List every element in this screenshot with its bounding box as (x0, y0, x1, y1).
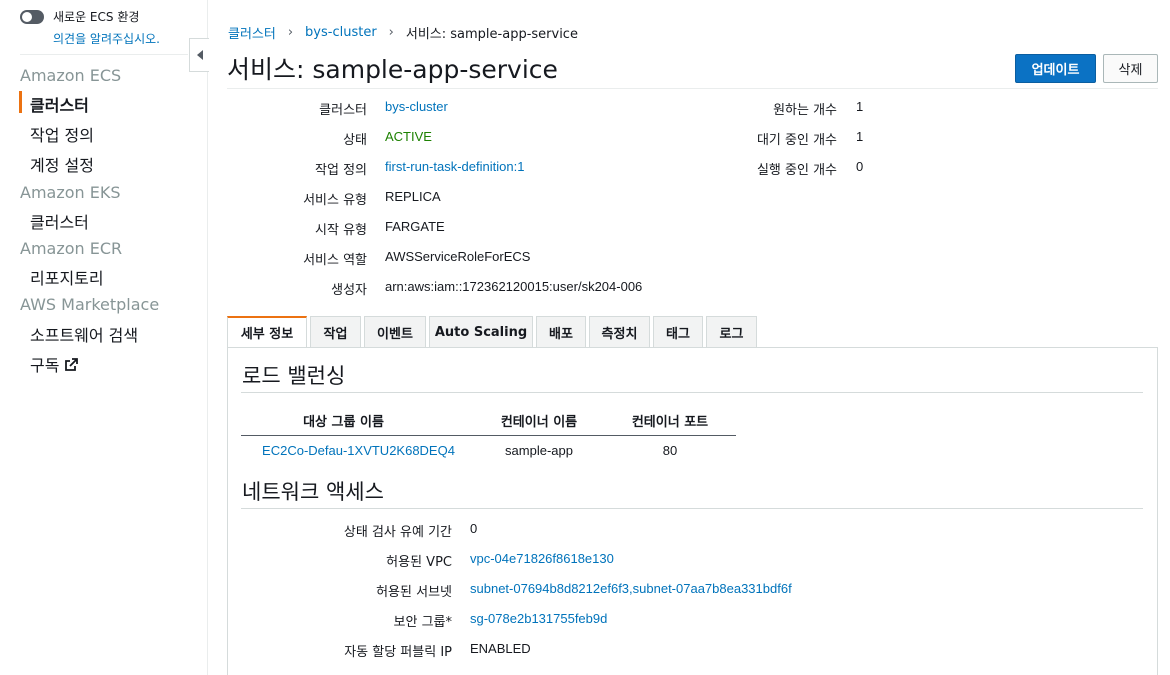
network-label-vpc: 허용된 VPC (386, 555, 452, 570)
breadcrumb-clusters[interactable]: 클러스터 (228, 23, 276, 42)
column-header-container-name: 컨테이너 이름 (500, 415, 578, 430)
breadcrumb-cluster[interactable]: bys-cluster (305, 25, 377, 40)
title-divider (227, 88, 1158, 89)
page-title: 서비스: sample-app-service (227, 55, 558, 84)
detail-value-status: ACTIVE (385, 129, 432, 144)
sidebar-group-amazon-ecr: Amazon ECR (20, 239, 123, 258)
detail-label-running-count: 실행 중인 개수 (756, 163, 837, 178)
detail-value-service-role: AWSServiceRoleForECS (385, 249, 531, 264)
tab-panel-details (227, 347, 1158, 675)
sidebar-item-task-definitions[interactable]: 작업 정의 (30, 122, 94, 146)
tab-details[interactable]: 세부 정보 (227, 316, 307, 347)
delete-button[interactable]: 삭제 (1103, 54, 1158, 83)
sidebar-item-repositories[interactable]: 리포지토리 (30, 265, 104, 289)
network-label-security-groups: 보안 그룹* (393, 615, 452, 630)
tab-deployments[interactable]: 배포 (536, 316, 586, 347)
network-label-subnets: 허용된 서브넷 (376, 585, 452, 600)
tab-auto-scaling[interactable]: Auto Scaling (429, 316, 533, 347)
update-button[interactable]: 업데이트 (1015, 54, 1096, 83)
chevron-right-icon: › (287, 25, 294, 40)
toggle-label: 새로운 ECS 환경 (53, 10, 140, 24)
column-header-target-group: 대상 그룹 이름 (303, 415, 384, 430)
detail-value-cluster[interactable]: bys-cluster (385, 99, 448, 114)
active-indicator (19, 91, 22, 113)
detail-label-launch-type: 시작 유형 (315, 223, 367, 238)
chevron-right-icon: › (388, 25, 394, 40)
section-title-load-balancing: 로드 밸런싱 (242, 364, 346, 388)
network-value-security-groups[interactable]: sg-078e2b131755feb9d (470, 611, 607, 626)
target-group-link[interactable]: EC2Co-Defau-1XVTU2K68DEQ4 (241, 443, 476, 458)
sidebar-divider (20, 54, 188, 55)
network-label-public-ip: 자동 할당 퍼블릭 IP (344, 645, 452, 660)
section-divider (241, 508, 1143, 509)
sidebar-item-eks-clusters[interactable]: 클러스터 (30, 209, 89, 233)
sidebar-group-amazon-ecs: Amazon ECS (20, 66, 122, 85)
network-value-grace-period: 0 (470, 521, 478, 536)
sidebar-item-discover-software[interactable]: 소프트웨어 검색 (30, 322, 138, 346)
container-name-cell: sample-app (505, 443, 573, 458)
detail-value-pending-count: 1 (856, 129, 864, 144)
detail-value-launch-type: FARGATE (385, 219, 445, 234)
sidebar-collapse-button[interactable] (189, 38, 209, 72)
column-header-container-port: 컨테이너 포트 (631, 415, 709, 430)
network-label-grace-period: 상태 검사 유예 기간 (343, 525, 452, 540)
detail-label-status: 상태 (343, 133, 367, 148)
sidebar-group-amazon-eks: Amazon EKS (20, 183, 121, 202)
detail-label-pending-count: 대기 중인 개수 (756, 133, 837, 148)
sidebar-item-account-settings[interactable]: 계정 설정 (30, 152, 94, 176)
breadcrumb: 클러스터 › bys-cluster › 서비스: sample-app-ser… (228, 23, 578, 42)
sidebar-item-subscriptions-label: 구독 (30, 356, 60, 375)
network-value-vpc[interactable]: vpc-04e71826f8618e130 (470, 551, 614, 566)
network-value-subnets[interactable]: subnet-07694b8d8212ef6f3,subnet-07aa7b8e… (470, 581, 792, 596)
detail-value-running-count: 0 (856, 159, 864, 174)
feedback-link[interactable]: 의견을 알려주십시오. (53, 30, 160, 47)
tab-tags[interactable]: 태그 (653, 316, 703, 347)
detail-value-desired-count: 1 (856, 99, 864, 114)
section-divider (241, 392, 1143, 393)
external-link-icon (65, 358, 79, 371)
breadcrumb-current: 서비스: sample-app-service (405, 27, 578, 42)
detail-label-cluster: 클러스터 (319, 103, 367, 118)
network-value-public-ip: ENABLED (470, 641, 531, 656)
sidebar: 새로운 ECS 환경 의견을 알려주십시오. Amazon ECS 클러스터 작… (0, 0, 208, 675)
section-title-network-access: 네트워크 액세스 (242, 480, 384, 504)
detail-label-service-type: 서비스 유형 (303, 193, 367, 208)
detail-label-created-by: 생성자 (331, 283, 367, 298)
new-ecs-experience-toggle-row[interactable]: 새로운 ECS 환경 (20, 8, 139, 25)
tab-bar: 세부 정보 작업 이벤트 Auto Scaling 배포 측정치 태그 로그 (227, 316, 760, 347)
detail-value-task-definition[interactable]: first-run-task-definition:1 (385, 159, 524, 174)
sidebar-item-ecs-clusters[interactable]: 클러스터 (30, 92, 89, 116)
tab-metrics[interactable]: 측정치 (589, 316, 650, 347)
container-port-cell: 80 (662, 443, 678, 458)
detail-label-task-definition: 작업 정의 (315, 163, 367, 178)
sidebar-group-aws-marketplace: AWS Marketplace (20, 295, 160, 314)
detail-label-service-role: 서비스 역할 (303, 253, 367, 268)
sidebar-item-subscriptions[interactable]: 구독 (30, 352, 79, 376)
toggle-switch[interactable] (20, 9, 44, 24)
tab-events[interactable]: 이벤트 (364, 316, 426, 347)
table-header-divider (241, 435, 736, 436)
tab-tasks[interactable]: 작업 (310, 316, 361, 347)
detail-value-service-type: REPLICA (385, 189, 441, 204)
tab-logs[interactable]: 로그 (706, 316, 757, 347)
detail-label-desired-count: 원하는 개수 (773, 103, 837, 118)
detail-value-created-by: arn:aws:iam::172362120015:user/sk204-006 (385, 279, 643, 294)
